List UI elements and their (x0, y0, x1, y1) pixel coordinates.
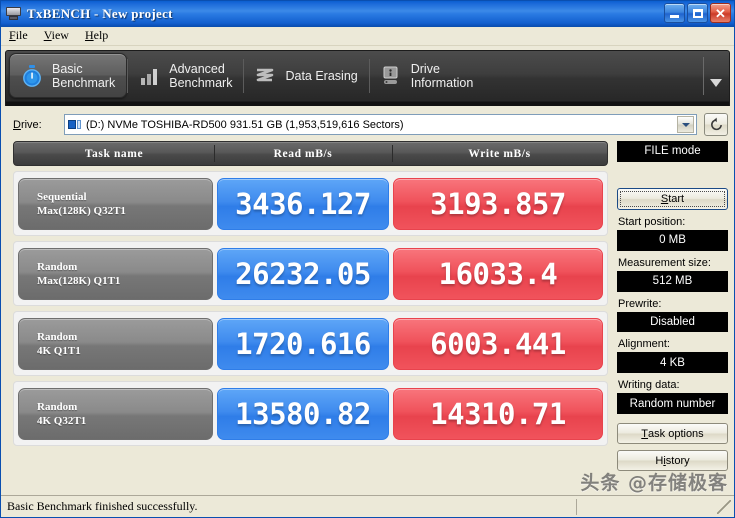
settings-sidebar: FILE mode Start Start position: 0 MB Mea… (617, 141, 728, 471)
writing-data-label: Writing data: (618, 379, 680, 392)
task-name-line2: Max(128K) Q32T1 (37, 204, 126, 217)
status-message: Basic Benchmark finished successfully. (7, 499, 198, 513)
drive-selector-row: Drive: (D:) NVMe TOSHIBA-RD500 931.51 GB… (1, 106, 734, 141)
task-name-line2: Max(128K) Q1T1 (37, 274, 121, 287)
table-row: Random 4K Q32T1 13580.82 14310.71 (13, 381, 608, 446)
tab-advanced-benchmark[interactable]: Advanced Benchmark (127, 51, 243, 101)
alignment-value[interactable]: 4 KB (617, 352, 728, 374)
minimize-button[interactable] (664, 3, 685, 23)
history-button[interactable]: Hi story (617, 450, 728, 471)
maximize-icon (692, 8, 703, 18)
start-position-label: Start position: (618, 215, 686, 228)
write-value: 16033.4 (393, 247, 603, 300)
mode-badge: FILE mode (617, 141, 728, 162)
read-value: 26232.05 (217, 247, 389, 300)
menu-view[interactable]: View (43, 27, 77, 45)
app-window-icon (5, 6, 22, 21)
benchmark-results: Task name Read mB/s Write mB/s Sequentia… (13, 141, 608, 471)
drive-select[interactable]: (D:) NVMe TOSHIBA-RD500 931.51 GB (1,953… (64, 114, 697, 135)
read-value: 3436.127 (217, 177, 389, 230)
task-name-line1: Random (37, 330, 78, 343)
prewrite-value[interactable]: Disabled (617, 311, 728, 333)
start-position-value[interactable]: 0 MB (617, 229, 728, 251)
refresh-drives-button[interactable] (704, 113, 728, 136)
menu-view-label-rest: iew (51, 28, 69, 42)
status-bar: Basic Benchmark finished successfully. (1, 495, 734, 517)
tab-data-erasing[interactable]: Data Erasing (243, 51, 368, 101)
column-header-write: Write mB/s (392, 142, 607, 165)
menu-file[interactable]: File (8, 27, 36, 45)
drive-info-icon (380, 64, 402, 88)
write-value: 14310.71 (393, 387, 603, 440)
read-value: 13580.82 (217, 387, 389, 440)
tab-drive-information[interactable]: Drive Information (368, 51, 485, 101)
menu-bar: File View Help (1, 27, 734, 46)
table-row: Sequential Max(128K) Q32T1 3436.127 3193… (13, 171, 608, 236)
txbench-window: TxBENCH - New project ✕ File View Help B… (0, 0, 735, 518)
tab-overflow-button[interactable] (703, 51, 729, 101)
measurement-size-value[interactable]: 512 MB (617, 270, 728, 292)
status-divider (576, 498, 577, 515)
refresh-icon (710, 117, 722, 131)
task-button-sequential-q32t1[interactable]: Sequential Max(128K) Q32T1 (18, 177, 213, 230)
column-header-task-name: Task name (84, 147, 144, 160)
task-name-line2: 4K Q32T1 (37, 414, 87, 427)
table-row: Random 4K Q1T1 1720.616 6003.441 (13, 311, 608, 376)
write-value: 6003.441 (393, 317, 603, 370)
tab-data-erasing-label: Data Erasing (285, 69, 358, 83)
menu-help[interactable]: Help (84, 27, 116, 45)
minimize-icon (670, 14, 679, 18)
results-header-row: Task name Read mB/s Write mB/s (13, 141, 608, 166)
bar-chart-icon (138, 64, 160, 88)
tab-drive-information-label: Drive Information (410, 62, 474, 90)
task-button-random-max128k-q1t1[interactable]: Random Max(128K) Q1T1 (18, 247, 213, 300)
window-title: TxBENCH - New project (27, 5, 173, 21)
writing-data-value[interactable]: Random number (617, 393, 728, 415)
measurement-size-label: Measurement size: (618, 256, 711, 269)
column-header-read: Read mB/s (214, 142, 392, 165)
title-bar: TxBENCH - New project ✕ (1, 1, 734, 27)
task-name-line1: Random (37, 400, 78, 413)
menu-help-label-rest: elp (93, 28, 109, 42)
drive-select-value: (D:) NVMe TOSHIBA-RD500 931.51 GB (1,953… (86, 118, 404, 131)
start-button[interactable]: Start (617, 187, 728, 210)
drive-icon (68, 119, 82, 131)
tab-advanced-benchmark-label: Advanced Benchmark (169, 62, 233, 90)
drive-label: Drive: (13, 118, 42, 131)
menu-file-label-rest: ile (15, 28, 28, 42)
close-button[interactable]: ✕ (710, 3, 731, 23)
task-name-line2: 4K Q1T1 (37, 344, 81, 357)
task-name-line1: Sequential (37, 190, 87, 203)
write-value: 3193.857 (393, 177, 603, 230)
tab-strip: Basic Benchmark Advanced Benchmark Data … (5, 50, 730, 102)
task-button-random-4k-q32t1[interactable]: Random 4K Q32T1 (18, 387, 213, 440)
table-row: Random Max(128K) Q1T1 26232.05 16033.4 (13, 241, 608, 306)
shred-icon (254, 64, 276, 88)
main-content: Task name Read mB/s Write mB/s Sequentia… (1, 141, 734, 471)
window-controls: ✕ (664, 3, 731, 23)
watermark: 头条 @存储极客 (580, 472, 728, 494)
tab-basic-benchmark-label: Basic Benchmark (52, 61, 116, 90)
read-value: 1720.616 (217, 317, 389, 370)
drive-select-dropdown-arrow[interactable] (677, 116, 694, 133)
maximize-button[interactable] (687, 3, 708, 23)
task-button-random-4k-q1t1[interactable]: Random 4K Q1T1 (18, 317, 213, 370)
resize-grip-icon[interactable] (717, 499, 731, 514)
alignment-label: Alignment: (618, 338, 670, 351)
task-options-button[interactable]: Task options (617, 423, 728, 445)
prewrite-label: Prewrite: (618, 297, 662, 310)
chevron-down-icon (710, 79, 722, 87)
stopwatch-icon (21, 64, 43, 88)
tab-basic-benchmark[interactable]: Basic Benchmark (9, 53, 128, 98)
task-name-line1: Random (37, 260, 78, 273)
chevron-down-icon (681, 122, 690, 127)
close-icon: ✕ (715, 5, 726, 21)
